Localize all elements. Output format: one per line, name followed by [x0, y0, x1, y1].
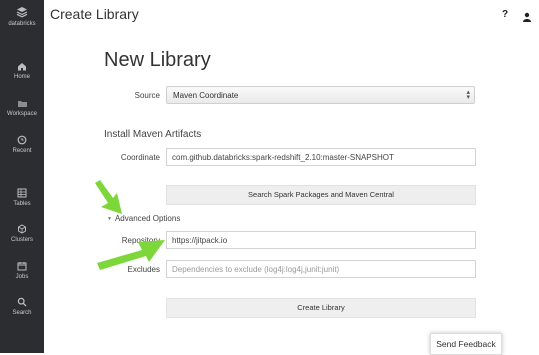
advanced-options-label: Advanced Options	[114, 214, 181, 223]
coordinate-label: Coordinate	[120, 153, 160, 162]
excludes-label: Excludes	[127, 265, 160, 274]
sidebar-item-label: Home	[13, 74, 30, 80]
folder-icon	[17, 101, 27, 107]
repository-input[interactable]: https://jitpack.io	[166, 231, 476, 249]
create-library-button[interactable]: Create Library	[166, 298, 476, 318]
annotation-arrow-advanced	[95, 180, 122, 214]
clock-icon	[17, 135, 27, 145]
search-packages-button[interactable]: Search Spark Packages and Maven Central	[166, 185, 476, 205]
sidebar-item-label: Search	[12, 310, 32, 316]
cluster-icon	[18, 224, 26, 234]
repository-label: Repository	[121, 236, 160, 245]
sidebar-item-label: Clusters	[10, 237, 33, 243]
send-feedback-button[interactable]: Send Feedback	[430, 333, 502, 355]
source-select[interactable]: Maven Coordinate ▴ ▾	[166, 86, 475, 104]
sidebar-item-label: Recent	[12, 148, 32, 154]
page-title: New Library	[104, 49, 211, 71]
source-label: Source	[134, 91, 160, 100]
databricks-logo[interactable]: databricks	[0, 6, 44, 27]
calendar-icon	[17, 262, 27, 271]
section-title: Install Maven Artifacts	[104, 129, 202, 140]
help-icon[interactable]: ?	[502, 9, 508, 20]
table-icon	[17, 188, 27, 198]
user-icon[interactable]	[522, 9, 532, 27]
coordinate-input[interactable]: com.github.databricks:spark-redshift_2.1…	[166, 148, 476, 166]
source-select-value: Maven Coordinate	[173, 91, 239, 100]
sidebar-item-label: Jobs	[15, 274, 29, 280]
sidebar-item-search[interactable]: Search	[0, 297, 44, 316]
sidebar-item-tables[interactable]: Tables	[0, 188, 44, 207]
sidebar-item-recent[interactable]: Recent	[0, 135, 44, 154]
sidebar-item-label: Tables	[13, 201, 31, 207]
caret-down-icon: ▼	[107, 215, 112, 222]
sidebar-item-clusters[interactable]: Clusters	[0, 224, 44, 243]
sidebar-item-label: Workspace	[7, 111, 37, 117]
advanced-options-toggle[interactable]: ▼ Advanced Options	[107, 214, 180, 223]
sidebar-item-workspace[interactable]: Workspace	[0, 99, 44, 117]
databricks-logo-icon	[16, 7, 28, 18]
search-icon	[17, 297, 27, 307]
sidebar-item-jobs[interactable]: Jobs	[0, 261, 44, 280]
brand-label: databricks	[8, 21, 36, 27]
home-icon	[18, 63, 26, 71]
sidebar: databricks Home Workspace Recent Tables	[0, 0, 44, 353]
page-header-title: Create Library	[50, 6, 139, 22]
excludes-input[interactable]: Dependencies to exclude (log4j:log4j,jun…	[166, 260, 476, 278]
select-chevron-icon: ▴ ▾	[466, 89, 470, 101]
sidebar-item-home[interactable]: Home	[0, 62, 44, 80]
